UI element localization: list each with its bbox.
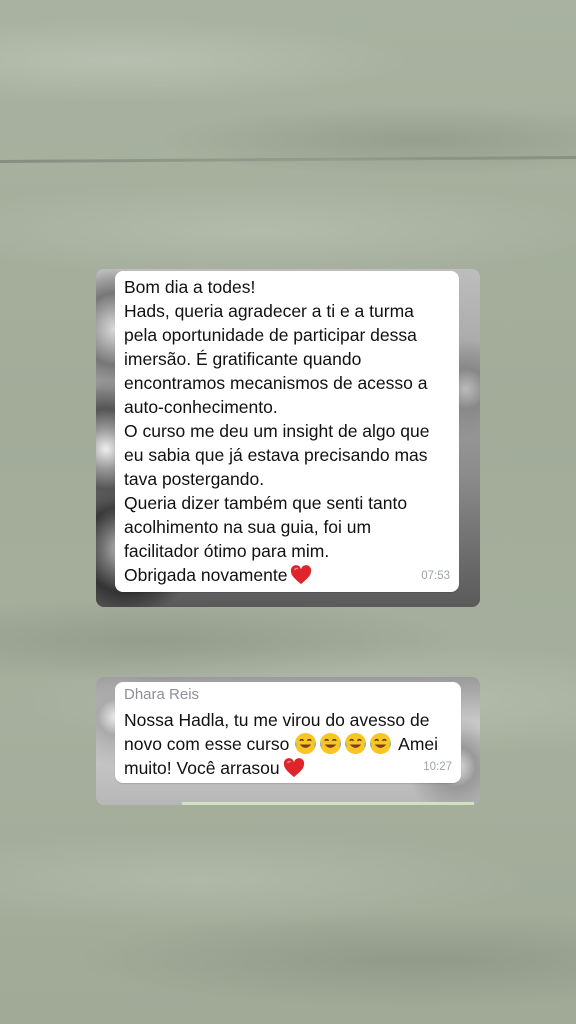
message-line: eu sabia que já estava precisando mas	[124, 445, 428, 465]
message-timestamp: 07:53	[421, 570, 450, 582]
message-line: novo com esse curso Amei	[124, 732, 453, 756]
face-with-tears-of-joy-icon	[370, 732, 392, 755]
message-line: pela oportunidade de participar dessa	[124, 325, 417, 345]
message-text: Nossa Hadla, tu me virou do avesso de no…	[124, 708, 453, 780]
message-line: Hads, queria agradecer a ti e a turma	[124, 301, 414, 321]
message-line-last: Obrigada novamente	[124, 563, 451, 587]
message-line-text: Amei	[398, 734, 439, 754]
heart-icon	[283, 758, 304, 778]
message-text: Bom dia a todes! Hads, queria agradecer …	[124, 275, 451, 587]
message-bubble[interactable]: Dhara Reis Nossa Hadla, tu me virou do a…	[115, 682, 461, 783]
face-with-tears-of-joy-icon	[320, 732, 342, 755]
message-line: auto-conhecimento.	[124, 397, 278, 417]
message-bubble[interactable]: Bom dia a todes! Hads, queria agradecer …	[115, 271, 459, 592]
message-line: encontramos mecanismos de acesso a	[124, 373, 428, 393]
heart-icon	[291, 565, 312, 585]
message-line-text: novo com esse curso	[124, 734, 290, 754]
message-line: tava postergando.	[124, 469, 265, 489]
message-line: Bom dia a todes!	[124, 277, 256, 297]
message-timestamp: 10:27	[423, 761, 452, 773]
message-line: Nossa Hadla, tu me virou do avesso de	[124, 710, 430, 730]
message-line: O curso me deu um insight de algo que	[124, 421, 430, 441]
message-line: Queria dizer também que senti tanto	[124, 493, 408, 513]
face-with-tears-of-joy-icon	[345, 732, 367, 755]
message-line-last: muito! Você arrasou	[124, 756, 453, 780]
message-line: imersão. É gratificante quando	[124, 349, 362, 369]
divider-line	[182, 802, 474, 805]
face-with-tears-of-joy-icon	[295, 732, 317, 755]
message-line: facilitador ótimo para mim.	[124, 541, 330, 561]
message-line: acolhimento na sua guia, foi um	[124, 517, 372, 537]
message-line-text: muito! Você arrasou	[124, 758, 280, 778]
sender-name: Dhara Reis	[124, 686, 200, 703]
message-line-text: Obrigada novamente	[124, 565, 288, 585]
